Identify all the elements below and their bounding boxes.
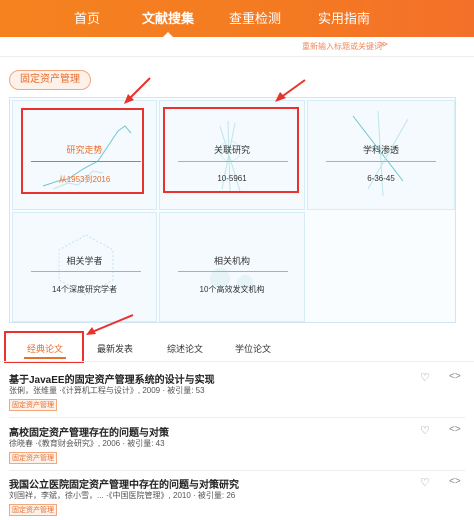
article-tag[interactable]: 固定资产管理	[9, 504, 57, 516]
share-icon[interactable]: <>	[449, 371, 461, 382]
heart-icon[interactable]: ♡	[420, 371, 430, 384]
list-item: 基于JavaEE的固定资产管理系统的设计与实现 张俐，张维量 ·《计算机工程与设…	[9, 371, 465, 413]
share-icon[interactable]: <>	[449, 424, 461, 435]
article-meta: 徐晓春 ·《教育财会研究》, 2006 · 被引量: 43	[9, 439, 165, 448]
article-meta: 张俐，张维量 ·《计算机工程与设计》, 2009 · 被引量: 53	[9, 386, 205, 395]
article-title[interactable]: 基于JavaEE的固定资产管理系统的设计与实现	[9, 371, 215, 386]
heart-icon[interactable]: ♡	[420, 424, 430, 437]
tab-latest[interactable]: 最新发表	[80, 336, 150, 362]
paper-tabs: 经典论文 最新发表 综述论文 学位论文	[0, 336, 474, 362]
article-tag[interactable]: 固定资产管理	[9, 399, 57, 411]
divider	[9, 470, 465, 471]
article-title[interactable]: 高校固定资产管理存在的问题与对策	[9, 424, 169, 439]
article-meta: 刘国祥，李斌，徐小雪，... ·《中国医院管理》, 2010 · 被引量: 26	[9, 491, 236, 500]
share-icon[interactable]: <>	[449, 476, 461, 487]
tab-classic-papers[interactable]: 经典论文	[10, 336, 80, 362]
list-item: 我国公立医院固定资产管理中存在的问题与对策研究 刘国祥，李斌，徐小雪，... ·…	[9, 476, 465, 518]
tab-review[interactable]: 综述论文	[150, 336, 220, 362]
tab-underline	[24, 357, 66, 359]
tab-label: 经典论文	[26, 344, 63, 354]
heart-icon[interactable]: ♡	[420, 476, 430, 489]
article-title[interactable]: 我国公立医院固定资产管理中存在的问题与对策研究	[9, 476, 239, 491]
divider	[9, 417, 465, 418]
list-item: 高校固定资产管理存在的问题与对策 徐晓春 ·《教育财会研究》, 2006 · 被…	[9, 424, 465, 466]
article-tag[interactable]: 固定资产管理	[9, 452, 57, 464]
tab-thesis[interactable]: 学位论文	[218, 336, 288, 362]
